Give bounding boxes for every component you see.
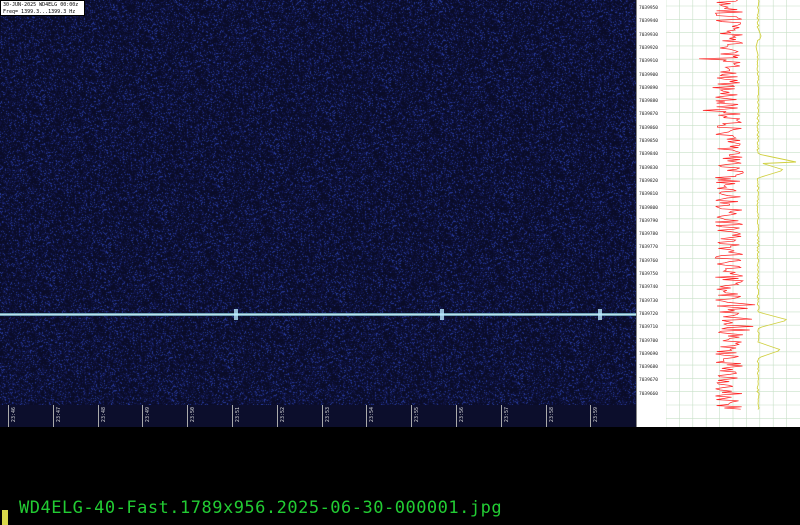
frequency-label: 7039900 [639, 72, 658, 78]
frequency-label: 7039860 [639, 125, 658, 131]
time-tick: 23:55 [411, 405, 420, 427]
frequency-label: 7039710 [639, 325, 658, 331]
time-tick: 23:59 [590, 405, 599, 427]
frequency-label: 7039820 [639, 178, 658, 184]
signal-spot [234, 309, 238, 320]
time-tick: 23:56 [456, 405, 465, 427]
time-tick-label: 23:46 [11, 407, 17, 423]
spectrum-plot [666, 0, 800, 427]
frequency-label: 7039930 [639, 32, 658, 38]
frequency-label: 7039810 [639, 192, 658, 198]
time-tick: 23:57 [500, 405, 510, 427]
frequency-label: 7039910 [639, 59, 658, 65]
frequency-label: 7039700 [639, 338, 658, 344]
time-tick-label: 23:54 [369, 407, 376, 423]
frequency-label: 7039920 [639, 45, 658, 51]
frequency-label: 7039760 [639, 258, 658, 264]
frequency-label: 7039780 [639, 232, 658, 238]
frequency-label: 7039840 [639, 152, 658, 158]
frequency-label: 7039750 [639, 272, 658, 277]
time-axis: 23:46 23:47 23:48 23:49 23:50 23:51 23:52 23:53… [0, 405, 636, 427]
signal-spot [440, 309, 444, 320]
signal-trace-line [0, 313, 636, 316]
frequency-label: 7039730 [639, 298, 658, 304]
frequency-label: 7039940 [639, 19, 658, 25]
info-line-freq: Freq= 1399.3...1399.3 Hz [3, 9, 76, 15]
time-tick-label: 23:58 [548, 407, 555, 423]
frequency-label: 7039720 [639, 311, 658, 317]
time-tick-label: 23:51 [235, 407, 241, 423]
time-tick: 23:47 [52, 405, 62, 427]
power-trace-yellow [755, 0, 797, 410]
time-tick-label: 23:52 [279, 407, 286, 423]
frequency-label: 7039740 [639, 285, 658, 291]
frequency-label: 7039770 [639, 245, 658, 251]
time-tick-label: 23:47 [55, 407, 62, 423]
time-tick: 23:52 [276, 405, 286, 427]
time-tick-label: 23:59 [593, 407, 600, 423]
grabber-window: 30-JUN-2025 WD4ELG 00:00z Freq= 1399.3..… [0, 0, 800, 427]
time-tick: 23:46 [8, 405, 17, 427]
frequency-label: 7039880 [639, 99, 658, 105]
frequency-label: 7039790 [639, 218, 658, 224]
time-tick: 23:53 [321, 405, 331, 427]
time-tick: 23:49 [142, 405, 151, 427]
time-tick: 23:48 [97, 405, 107, 427]
info-box: 30-JUN-2025 WD4ELG 00:00z Freq= 1399.3..… [0, 0, 85, 16]
time-tick-label: 23:50 [190, 407, 197, 423]
frequency-label: 7039850 [639, 139, 658, 144]
frequency-label: 7039950 [639, 6, 658, 11]
time-tick-label: 23:57 [503, 407, 510, 423]
time-tick-label: 23:53 [324, 407, 331, 423]
frequency-label: 7039670 [639, 378, 658, 384]
cursor-block [2, 510, 8, 525]
frequency-axis: 7039950 7039940 7039930 7039920 7039910 70399… [636, 0, 666, 427]
frequency-label: 7039800 [639, 205, 658, 211]
frequency-label: 7039660 [639, 391, 658, 397]
time-tick: 23:54 [366, 405, 375, 427]
time-tick: 23:58 [545, 405, 555, 427]
frequency-label: 7039830 [639, 165, 658, 171]
waterfall-noise [0, 0, 636, 405]
filename-label: WD4ELG-40-Fast.1789x956.2025-06-30-00000… [19, 498, 503, 518]
time-tick: 23:51 [232, 405, 241, 427]
time-tick-label: 23:56 [459, 407, 465, 423]
frequency-label: 7039690 [639, 351, 658, 357]
frequency-label: 7039870 [639, 112, 658, 118]
time-tick-label: 23:48 [100, 407, 107, 423]
time-tick-label: 23:49 [145, 407, 152, 423]
waterfall-spectrogram: 30-JUN-2025 WD4ELG 00:00z Freq= 1399.3..… [0, 0, 636, 427]
signal-spot [598, 309, 602, 320]
frequency-label: 7039890 [639, 85, 658, 91]
time-tick: 23:50 [187, 405, 196, 427]
info-line-date-call: 30-JUN-2025 WD4ELG 00:00z [3, 2, 79, 8]
time-tick-label: 23:55 [414, 407, 421, 423]
frequency-label: 7039680 [639, 365, 658, 371]
